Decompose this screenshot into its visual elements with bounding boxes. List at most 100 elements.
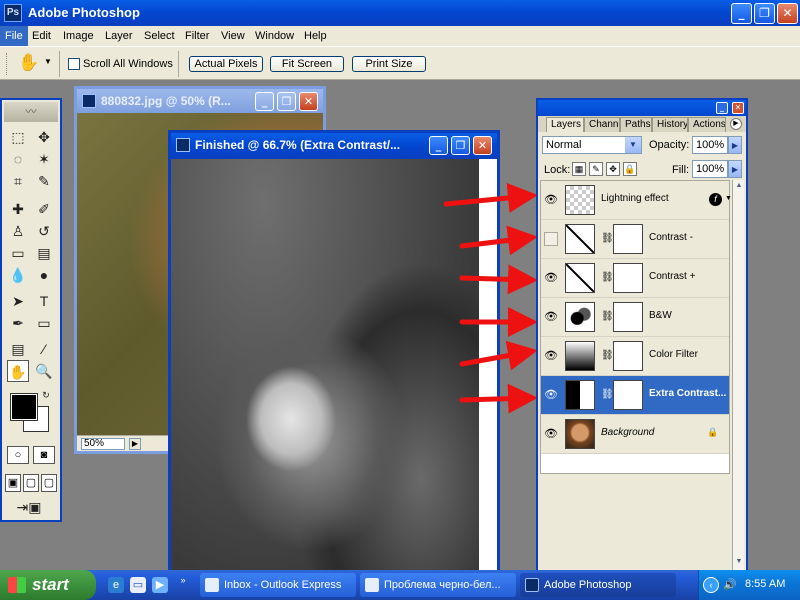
eye-icon[interactable]: 👁 — [544, 388, 558, 402]
swap-colors-icon[interactable]: ↻ — [39, 388, 53, 402]
taskbar-button-outlook[interactable]: Inbox - Outlook Express — [200, 573, 356, 597]
taskbar-button-forum[interactable]: Проблема черно-бел... — [360, 573, 516, 597]
document-close-button[interactable]: ✕ — [473, 136, 492, 155]
layer-row-contrast-minus[interactable]: ⛓ Contrast - — [541, 220, 729, 259]
notes-tool-icon[interactable]: ▤ — [7, 338, 29, 360]
layers-vertical-scrollbar[interactable]: ▲ ▼ — [732, 180, 744, 570]
tab-layers[interactable]: Layers — [546, 117, 584, 132]
menu-edit[interactable]: Edit — [27, 26, 56, 46]
speaker-icon[interactable]: 🔊 — [723, 578, 737, 591]
print-size-button[interactable]: Print Size — [352, 56, 426, 72]
document-vertical-scrollbar[interactable] — [479, 159, 497, 597]
layer-mask-thumbnail[interactable] — [613, 263, 643, 293]
dodge-tool-icon[interactable]: ● — [33, 264, 55, 286]
document-minimize-button[interactable]: _ — [255, 92, 274, 111]
hand-tool-icon[interactable]: ✋ — [7, 360, 29, 382]
lock-image-icon[interactable]: ✎ — [589, 162, 603, 176]
palette-close-button[interactable]: ✕ — [732, 102, 744, 114]
chain-icon[interactable]: ⛓ — [601, 272, 614, 283]
layer-row-extra-contrast[interactable]: 👁 ⛓ Extra Contrast... — [541, 376, 729, 415]
move-tool-icon[interactable]: ✥ — [33, 126, 55, 148]
eye-icon[interactable]: 👁 — [544, 427, 558, 441]
palette-menu-icon[interactable]: ▶ — [730, 118, 742, 130]
gradient-adjustment-icon[interactable] — [565, 341, 595, 371]
menu-file[interactable]: File — [0, 26, 28, 46]
photoshop-app-icon[interactable]: Ps — [4, 4, 22, 22]
status-menu-icon[interactable]: ▶ — [129, 438, 141, 450]
magic-wand-tool-icon[interactable]: ✶ — [33, 148, 55, 170]
shape-tool-icon[interactable]: ▭ — [33, 312, 55, 334]
jump-to-imageready-icon[interactable]: ⇥▣ — [7, 496, 51, 518]
eye-hidden-icon[interactable] — [544, 232, 558, 246]
foreground-color-swatch[interactable] — [10, 393, 38, 421]
scroll-up-icon[interactable]: ▲ — [733, 180, 745, 192]
actual-pixels-button[interactable]: Actual Pixels — [189, 56, 263, 72]
screen-mode-full-button[interactable]: ▢ — [41, 474, 57, 492]
eye-icon[interactable]: 👁 — [544, 193, 558, 207]
menu-select[interactable]: Select — [139, 26, 180, 46]
blend-mode-select[interactable]: Normal ▼ — [542, 136, 642, 154]
fill-input[interactable]: 100% — [692, 160, 728, 178]
screen-mode-standard-button[interactable]: ▣ — [5, 474, 21, 492]
lock-transparency-icon[interactable]: ▦ — [572, 162, 586, 176]
document-maximize-button[interactable]: ❐ — [451, 136, 470, 155]
channel-mixer-adjustment-icon[interactable] — [565, 302, 595, 332]
quick-launch-expand-icon[interactable]: » — [178, 572, 188, 588]
tab-history[interactable]: History — [652, 117, 688, 132]
document-canvas-bw-portrait[interactable] — [171, 159, 479, 597]
document-title-bar[interactable]: 880832.jpg @ 50% (R... _ ❐ ✕ — [77, 89, 323, 113]
tab-actions[interactable]: Actions — [688, 117, 726, 132]
expand-effects-icon[interactable]: ▼ — [725, 195, 732, 202]
lock-all-icon[interactable]: 🔒 — [623, 162, 637, 176]
tab-paths[interactable]: Paths — [620, 117, 652, 132]
levels-adjustment-icon[interactable] — [565, 380, 595, 410]
eye-icon[interactable]: 👁 — [544, 271, 558, 285]
menu-help[interactable]: Help — [299, 26, 332, 46]
opacity-input[interactable]: 100% — [692, 136, 728, 154]
internet-explorer-icon[interactable]: e — [108, 577, 124, 593]
start-button[interactable]: start — [0, 570, 96, 600]
layer-row-color-filter[interactable]: 👁 ⛓ Color Filter — [541, 337, 729, 376]
tool-preset-dropdown-icon[interactable]: ▼ — [44, 57, 52, 66]
quick-mask-mode-button[interactable]: ◙ — [33, 446, 55, 464]
history-brush-tool-icon[interactable]: ↺ — [33, 220, 55, 242]
eye-icon[interactable]: 👁 — [544, 310, 558, 324]
document-minimize-button[interactable]: _ — [429, 136, 448, 155]
show-hidden-icons-icon[interactable]: ‹ — [703, 577, 719, 593]
layer-row-lightning-effect[interactable]: 👁 Lightning effect f ▼ — [541, 181, 732, 220]
tab-channels[interactable]: Channels — [584, 117, 620, 132]
show-desktop-icon[interactable]: ▭ — [130, 577, 146, 593]
curves-adjustment-icon[interactable] — [565, 224, 595, 254]
scroll-all-windows-checkbox[interactable] — [68, 58, 80, 70]
standard-mode-button[interactable]: ○ — [7, 446, 29, 464]
layer-name[interactable]: Extra Contrast... — [649, 388, 726, 399]
type-tool-icon[interactable]: T — [33, 290, 55, 312]
document-title-bar[interactable]: Finished @ 66.7% (Extra Contrast/... _ ❐… — [171, 133, 497, 159]
pen-tool-icon[interactable]: ✒ — [7, 312, 29, 334]
minimize-button[interactable]: _ — [731, 3, 752, 24]
brush-tool-icon[interactable]: ✐ — [33, 198, 55, 220]
layer-mask-thumbnail[interactable] — [613, 341, 643, 371]
healing-brush-tool-icon[interactable]: ✚ — [7, 198, 29, 220]
palette-minimize-button[interactable]: _ — [716, 102, 728, 114]
hand-tool-icon[interactable]: ✋ — [18, 53, 39, 73]
scroll-down-icon[interactable]: ▼ — [733, 556, 745, 568]
gradient-tool-icon[interactable]: ▤ — [33, 242, 55, 264]
chain-icon[interactable]: ⛓ — [601, 233, 614, 244]
taskbar-button-photoshop[interactable]: Adobe Photoshop — [520, 573, 676, 597]
chain-icon[interactable]: ⛓ — [601, 389, 614, 400]
slice-tool-icon[interactable]: ✎ — [33, 170, 55, 192]
menu-layer[interactable]: Layer — [100, 26, 138, 46]
zoom-tool-icon[interactable]: 🔍 — [33, 360, 55, 382]
menu-image[interactable]: Image — [58, 26, 99, 46]
layer-mask-thumbnail[interactable] — [613, 224, 643, 254]
layer-row-contrast-plus[interactable]: 👁 ⛓ Contrast + — [541, 259, 729, 298]
layer-name[interactable]: Lightning effect — [601, 193, 669, 204]
clone-stamp-tool-icon[interactable]: ♙ — [7, 220, 29, 242]
maximize-button[interactable]: ❐ — [754, 3, 775, 24]
fit-screen-button[interactable]: Fit Screen — [270, 56, 344, 72]
layer-mask-thumbnail[interactable] — [613, 302, 643, 332]
palette-title-bar[interactable]: _ ✕ — [538, 100, 746, 116]
layer-name[interactable]: Contrast + — [649, 271, 695, 282]
close-button[interactable]: ✕ — [777, 3, 798, 24]
